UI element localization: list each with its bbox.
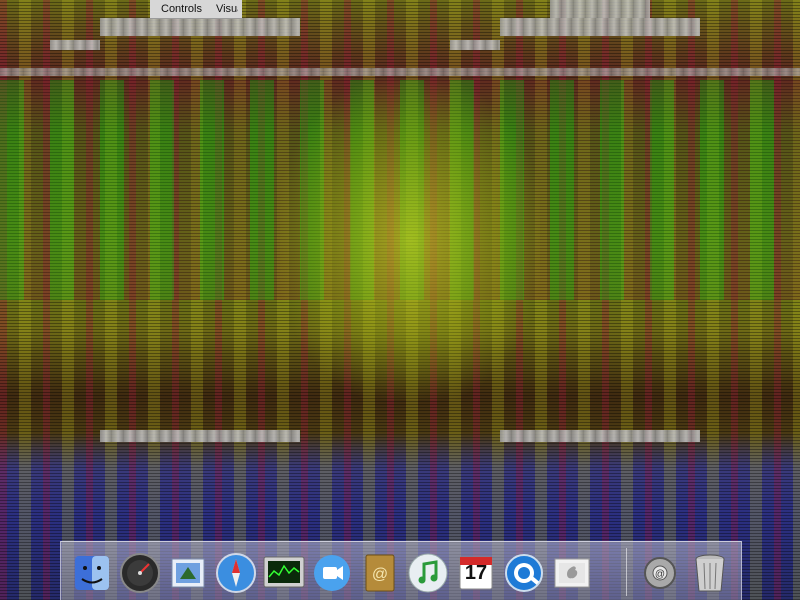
- dock-item-finder[interactable]: [69, 550, 115, 596]
- address-book-icon: @: [365, 554, 395, 592]
- dock-separator: [626, 548, 627, 596]
- dock-item-system-preferences[interactable]: @: [637, 550, 683, 596]
- menu-controls[interactable]: Controls: [154, 0, 209, 18]
- dock-item-ical[interactable]: 17: [453, 550, 499, 596]
- glitch-fragment: [100, 430, 300, 442]
- dock-item-itunes[interactable]: [405, 550, 451, 596]
- mail-icon: [171, 558, 205, 588]
- dock-item-preview[interactable]: [549, 550, 595, 596]
- dock-item-ichat[interactable]: [309, 550, 355, 596]
- activity-monitor-icon: [263, 556, 305, 588]
- dock-item-safari[interactable]: [213, 550, 259, 596]
- glitch-fragment: [500, 430, 700, 442]
- glitch-fragment: [450, 40, 500, 50]
- dock-item-activity-monitor[interactable]: [261, 550, 307, 596]
- desktop-screen: Controls Visua: [0, 0, 800, 600]
- finder-icon: [75, 556, 109, 590]
- svg-text:@: @: [372, 566, 388, 583]
- dock-item-address-book[interactable]: @: [357, 550, 403, 596]
- glitch-fragment: [100, 18, 300, 36]
- dashboard-icon: [120, 553, 160, 593]
- dock-item-mail[interactable]: [165, 550, 211, 596]
- dock-item-dashboard[interactable]: [117, 550, 163, 596]
- safari-icon: [216, 553, 256, 593]
- ichat-icon: [314, 555, 350, 591]
- glitch-fragment: [50, 40, 100, 50]
- glitch-fragment: [550, 0, 650, 18]
- itunes-icon: [408, 553, 448, 593]
- system-preferences-icon: @: [644, 557, 676, 589]
- dock-item-trash[interactable]: [687, 550, 733, 596]
- glitch-highlight: [280, 80, 540, 400]
- trash-icon: [695, 554, 725, 592]
- ical-date-label: 17: [464, 562, 488, 584]
- glitch-fragment: [500, 18, 700, 36]
- preview-icon: [554, 558, 590, 588]
- glitch-fragment: [0, 68, 800, 76]
- svg-text:@: @: [655, 569, 665, 580]
- menu-bar: Controls Visua: [150, 0, 242, 19]
- dock-item-quicktime[interactable]: [501, 550, 547, 596]
- dock: @ 17 @: [60, 541, 742, 600]
- menu-visualizer[interactable]: Visua: [209, 0, 238, 18]
- quicktime-icon: [505, 554, 543, 592]
